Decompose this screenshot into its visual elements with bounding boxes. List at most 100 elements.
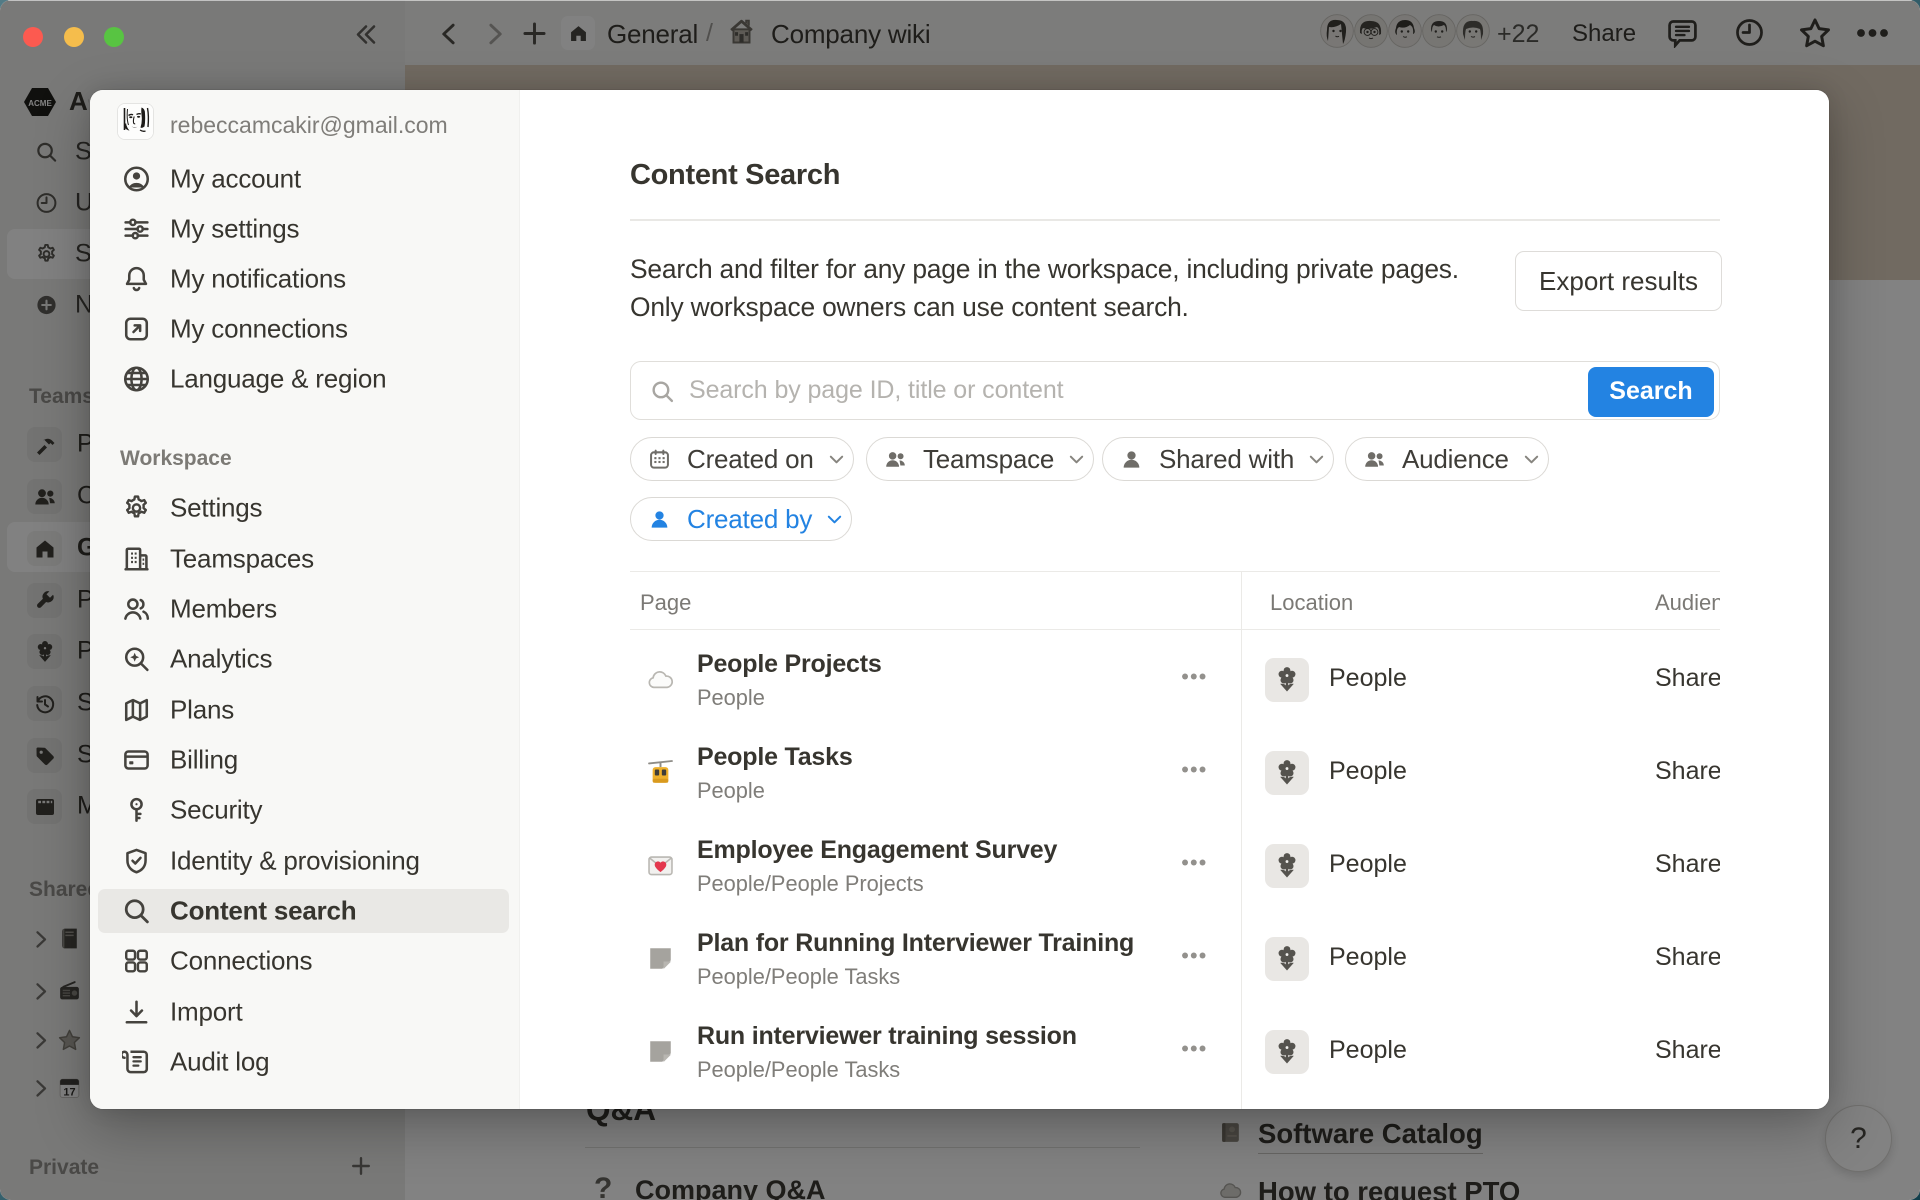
grid-icon	[122, 947, 151, 976]
row-location: People	[1329, 850, 1407, 879]
table-row[interactable]: People Projects People People Shared	[630, 630, 1720, 723]
filter-label: Shared with	[1159, 444, 1294, 475]
filter-audience[interactable]: Audience	[1345, 437, 1549, 481]
notion-window: ACME ACME Inc Search Updates Settings Ne…	[0, 0, 1920, 1200]
person-icon	[648, 508, 671, 531]
content-search-description: Search and filter for any page in the wo…	[630, 251, 1459, 326]
row-audience: Shared	[1655, 757, 1720, 786]
traffic-close-button[interactable]	[23, 27, 43, 47]
row-location: People	[1329, 1036, 1407, 1065]
menu-item-label: My account	[170, 164, 301, 195]
window-top-highlight	[8, 0, 1912, 1]
row-menu-icon[interactable]	[1182, 952, 1209, 959]
row-menu-icon[interactable]	[1182, 1045, 1209, 1052]
filter-label: Teamspace	[923, 444, 1054, 475]
account-email: rebeccamcakir@gmail.com	[170, 112, 448, 139]
menu-my-account[interactable]: My account	[98, 157, 509, 201]
menu-item-label: Analytics	[170, 644, 272, 675]
menu-item-label: Language & region	[170, 364, 386, 395]
table-row[interactable]: Run interviewer training session People/…	[630, 1002, 1720, 1095]
person-icon	[1120, 448, 1143, 471]
search-input[interactable]: Search by page ID, title or content	[689, 376, 1064, 405]
row-audience: Shared	[1655, 1036, 1720, 1065]
row-title: People Tasks	[697, 743, 853, 772]
filter-teamspace[interactable]: Teamspace	[866, 437, 1094, 481]
menu-item-label: Connections	[170, 946, 312, 977]
love-letter-page-icon	[646, 851, 675, 880]
import-icon	[122, 998, 151, 1027]
chevron-down-icon	[1306, 449, 1327, 470]
export-results-button[interactable]: Export results	[1515, 251, 1722, 311]
menu-connections[interactable]: Connections	[98, 939, 509, 983]
table-top-divider	[630, 571, 1720, 572]
menu-audit-log[interactable]: Audit log	[98, 1040, 509, 1084]
menu-language-region[interactable]: Language & region	[98, 357, 509, 401]
filter-created-by[interactable]: Created by	[630, 497, 852, 541]
menu-analytics[interactable]: Analytics	[98, 637, 509, 681]
row-menu-icon[interactable]	[1182, 673, 1209, 680]
search-icon	[122, 897, 151, 926]
menu-item-label: Import	[170, 997, 242, 1028]
note-page-icon	[646, 1037, 675, 1066]
menu-teamspaces[interactable]: Teamspaces	[98, 537, 509, 581]
menu-item-label: Content search	[170, 896, 356, 927]
traffic-zoom-button[interactable]	[104, 27, 124, 47]
table-row[interactable]: Employee Engagement Survey People/People…	[630, 816, 1720, 909]
people-icon	[884, 448, 907, 471]
users-icon	[122, 595, 151, 624]
menu-item-label: Audit log	[170, 1047, 269, 1078]
menu-item-label: Security	[170, 795, 262, 826]
filter-label: Audience	[1402, 444, 1509, 475]
content-search-title: Content Search	[630, 159, 840, 192]
menu-settings[interactable]: Settings	[98, 486, 509, 530]
building-icon	[122, 545, 151, 574]
row-menu-icon[interactable]	[1182, 859, 1209, 866]
menu-content-search[interactable]: Content search	[98, 889, 509, 933]
menu-security[interactable]: Security	[98, 788, 509, 832]
key-icon	[122, 796, 151, 825]
calendar-icon	[648, 448, 671, 471]
row-title: Plan for Running Interviewer Training	[697, 929, 1134, 958]
table-row[interactable]: People Tasks People People Shared	[630, 723, 1720, 816]
map-icon	[122, 696, 151, 725]
row-path: People/People Projects	[697, 871, 924, 897]
row-path: People	[697, 685, 765, 711]
row-menu-icon[interactable]	[1182, 766, 1209, 773]
menu-item-label: Members	[170, 594, 277, 625]
teamspace-flower-icon	[1273, 666, 1301, 694]
menu-my-settings[interactable]: My settings	[98, 207, 509, 251]
filter-label: Created on	[687, 444, 814, 475]
settings-modal: rebeccamcakir@gmail.com My account My se…	[90, 90, 1829, 1109]
menu-import[interactable]: Import	[98, 990, 509, 1034]
description-line-2: Only workspace owners can use content se…	[630, 292, 1189, 322]
column-header-audience: Audience	[1655, 590, 1720, 616]
menu-identity-provisioning[interactable]: Identity & provisioning	[98, 839, 509, 883]
filter-shared-with[interactable]: Shared with	[1102, 437, 1334, 481]
menu-plans[interactable]: Plans	[98, 688, 509, 732]
menu-item-label: My connections	[170, 314, 348, 345]
row-title: Employee Engagement Survey	[697, 836, 1057, 865]
description-line-1: Search and filter for any page in the wo…	[630, 254, 1459, 284]
row-path: People/People Tasks	[697, 1057, 900, 1083]
row-location: People	[1329, 757, 1407, 786]
search-button[interactable]: Search	[1588, 367, 1714, 417]
filter-created-on[interactable]: Created on	[630, 437, 854, 481]
menu-members[interactable]: Members	[98, 587, 509, 631]
people-icon	[1363, 448, 1386, 471]
desktop-background: ACME ACME Inc Search Updates Settings Ne…	[0, 0, 1920, 1200]
traffic-minimize-button[interactable]	[64, 27, 84, 47]
menu-item-label: Plans	[170, 695, 234, 726]
table-row[interactable]: Plan for Running Interviewer Training Pe…	[630, 909, 1720, 1002]
menu-my-connections[interactable]: My connections	[98, 307, 509, 351]
chevron-down-icon	[1521, 449, 1542, 470]
note-page-icon	[646, 944, 675, 973]
menu-item-label: Settings	[170, 493, 262, 524]
teamspace-flower-icon	[1273, 1038, 1301, 1066]
chevron-down-icon	[1066, 449, 1087, 470]
menu-billing[interactable]: Billing	[98, 738, 509, 782]
shield-check-icon	[122, 847, 151, 876]
search-icon	[650, 379, 675, 404]
menu-my-notifications[interactable]: My notifications	[98, 257, 509, 301]
scroll-icon	[122, 1048, 151, 1077]
teamspace-flower-icon	[1273, 759, 1301, 787]
